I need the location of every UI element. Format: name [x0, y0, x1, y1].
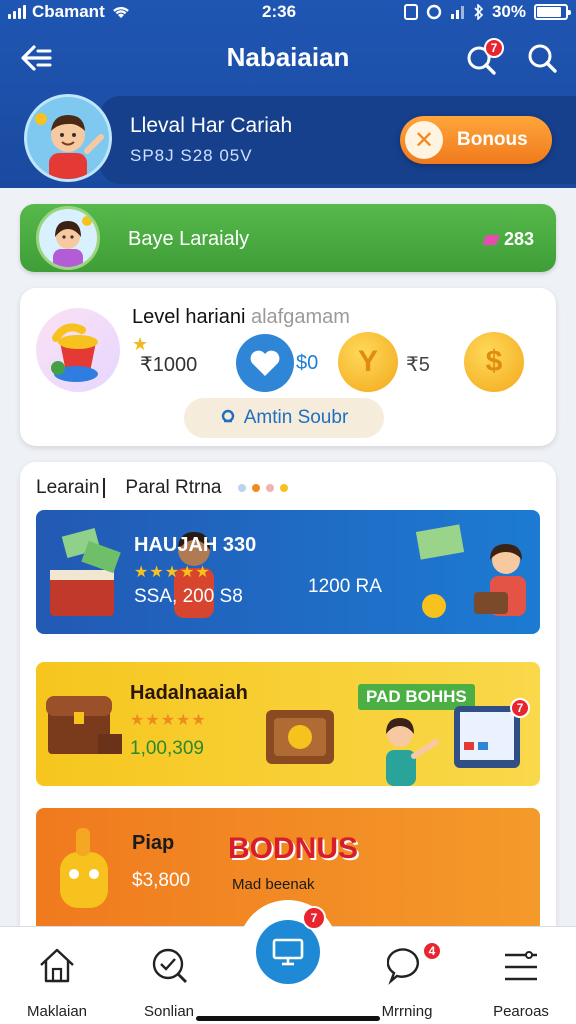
amount-button[interactable]: Amtin Soubr	[184, 398, 384, 438]
level-value-2: ₹5	[406, 354, 430, 376]
signal-icon	[8, 5, 26, 19]
daily-banner-value: 283	[482, 229, 534, 250]
tab-divider	[103, 478, 106, 498]
cell-signal-icon	[450, 6, 464, 19]
home-indicator	[196, 1016, 380, 1021]
daily-banner[interactable]: Baye Laraialy 283	[20, 204, 556, 272]
center-action-badge: 7	[302, 906, 326, 930]
bluetooth-icon	[474, 4, 484, 20]
list-tabs: Learain Paral Rtrna	[36, 474, 288, 502]
nav-item-messages[interactable]: 4 Mrrning	[352, 939, 462, 1020]
coin-y-icon: Y	[338, 332, 398, 392]
dollar-coin-icon: $	[464, 332, 524, 392]
nav-label-menu: Pearoas	[493, 1003, 549, 1020]
chat-icon	[387, 948, 420, 985]
notification-search-button[interactable]: 7	[460, 36, 504, 80]
tab-paral-rtrna[interactable]: Paral Rtrna	[125, 477, 221, 499]
promo-2-badge: 7	[510, 698, 530, 718]
promo-1-extra: 1200 RA	[308, 576, 382, 597]
home-icon	[40, 948, 74, 983]
amount-button-label: Amtin Soubr	[243, 407, 349, 428]
heart-icon	[250, 350, 280, 376]
nav-label-home: Maklaian	[26, 1003, 88, 1020]
promo-2-title: Hadalnaaiah	[130, 682, 248, 704]
search-icon	[528, 44, 557, 73]
tab-dots	[237, 484, 288, 492]
promo-card-2[interactable]: Hadalnaaiah ★★★★★ 1,00,309 PAD BOHHS 7	[36, 662, 540, 786]
girl-pointing-icon	[386, 718, 439, 786]
level-amount: ₹1000	[140, 354, 198, 376]
rating-stars: ★★★★★	[134, 564, 211, 581]
robot-coin-icon	[60, 828, 108, 908]
user-avatar[interactable]	[24, 94, 112, 182]
top-header-area: Cbamant 2:36 30% Nabaiaian 7 Lleval Har …	[0, 0, 576, 188]
rating-stars: ★★★★★	[130, 712, 207, 729]
promo-3-sub-text: 3,800	[142, 870, 191, 891]
battery-percent: 30%	[491, 2, 526, 21]
menu-icon	[505, 951, 537, 981]
nfc-icon	[403, 4, 418, 20]
status-time: 2:36	[262, 2, 297, 21]
promo-3-extra: BODNUS	[228, 832, 359, 865]
user-level-name: Lleval Har Cariah	[130, 114, 293, 137]
status-bar: Cbamant 2:36 30%	[0, 0, 576, 26]
promo-1-title: HAUJAH 330	[134, 534, 257, 556]
level-card-title-text: Level hariani	[132, 306, 246, 328]
nav-messages-badge: 4	[422, 941, 442, 961]
cart-screen-icon	[272, 938, 304, 966]
treasure-chest-icon	[46, 696, 122, 754]
wallet-icon	[266, 710, 334, 764]
level-card-title-hint: alafgamam	[250, 306, 350, 328]
tab-learain[interactable]: Learain	[36, 477, 99, 499]
bonus-button-label: Bonous	[457, 129, 528, 150]
nav-item-home[interactable]: Maklaian	[2, 939, 112, 1020]
girl-avatar	[36, 206, 100, 270]
level-card-title: Level hariani alafgamam	[132, 306, 350, 329]
gem-icon	[482, 235, 500, 245]
user-level-code: SP8J S28 05V	[130, 146, 253, 165]
promo-1-sub: SSA, 200 S8	[134, 586, 243, 607]
promo-3-title: Piap	[132, 832, 175, 854]
sync-icon	[426, 4, 442, 20]
app-header: Nabaiaian 7	[0, 30, 576, 86]
close-x-icon: ✕	[405, 121, 443, 159]
nav-item-menu[interactable]: Pearoas	[466, 939, 576, 1020]
heart-button[interactable]	[236, 334, 294, 392]
cash-stack-icon	[50, 527, 121, 616]
search-check-icon	[152, 948, 187, 983]
notification-badge: 7	[484, 38, 504, 58]
bonus-button[interactable]: ✕ Bonous	[400, 116, 552, 164]
level-card: Level hariani alafgamam ★ ₹1000 $0 Y ₹5 …	[20, 288, 556, 446]
battery-icon	[534, 4, 571, 20]
gift-bucket-icon	[51, 323, 98, 382]
promo-card-1[interactable]: HAUJAH 330 ★★★★★ SSA, 200 S8 1200 RA	[36, 510, 540, 634]
center-action-button[interactable]: 7	[238, 900, 338, 1000]
promo-3-extra-sub: Mad beenak	[232, 876, 315, 893]
wifi-icon	[112, 6, 129, 18]
user-summary-bar: Lleval Har Cariah SP8J S28 05V ✕ Bonous	[0, 94, 576, 188]
daily-banner-value-text: 283	[503, 229, 534, 249]
search-button[interactable]	[522, 36, 566, 80]
daily-banner-label: Baye Laraialy	[128, 228, 250, 250]
promo-3-sub: $3,800	[132, 870, 191, 891]
promo-2-sub: 1,00,309	[130, 738, 204, 759]
boy-avatar-icon	[35, 113, 104, 179]
promo-list: Learain Paral Rtrna HAUJAH 330 ★★★★★ SSA…	[20, 462, 556, 932]
girl-avatar-icon	[53, 216, 92, 267]
level-value-1: $0	[296, 352, 319, 374]
level-amount-value: 1000	[152, 354, 198, 376]
level-value-2-text: 5	[418, 354, 430, 376]
pin-icon	[221, 409, 234, 423]
carrier-name: Cbamant	[32, 2, 105, 21]
nav-item-search[interactable]: Sonlian	[114, 939, 224, 1020]
kid-with-basket-icon	[474, 544, 526, 616]
level-icon	[36, 308, 120, 392]
